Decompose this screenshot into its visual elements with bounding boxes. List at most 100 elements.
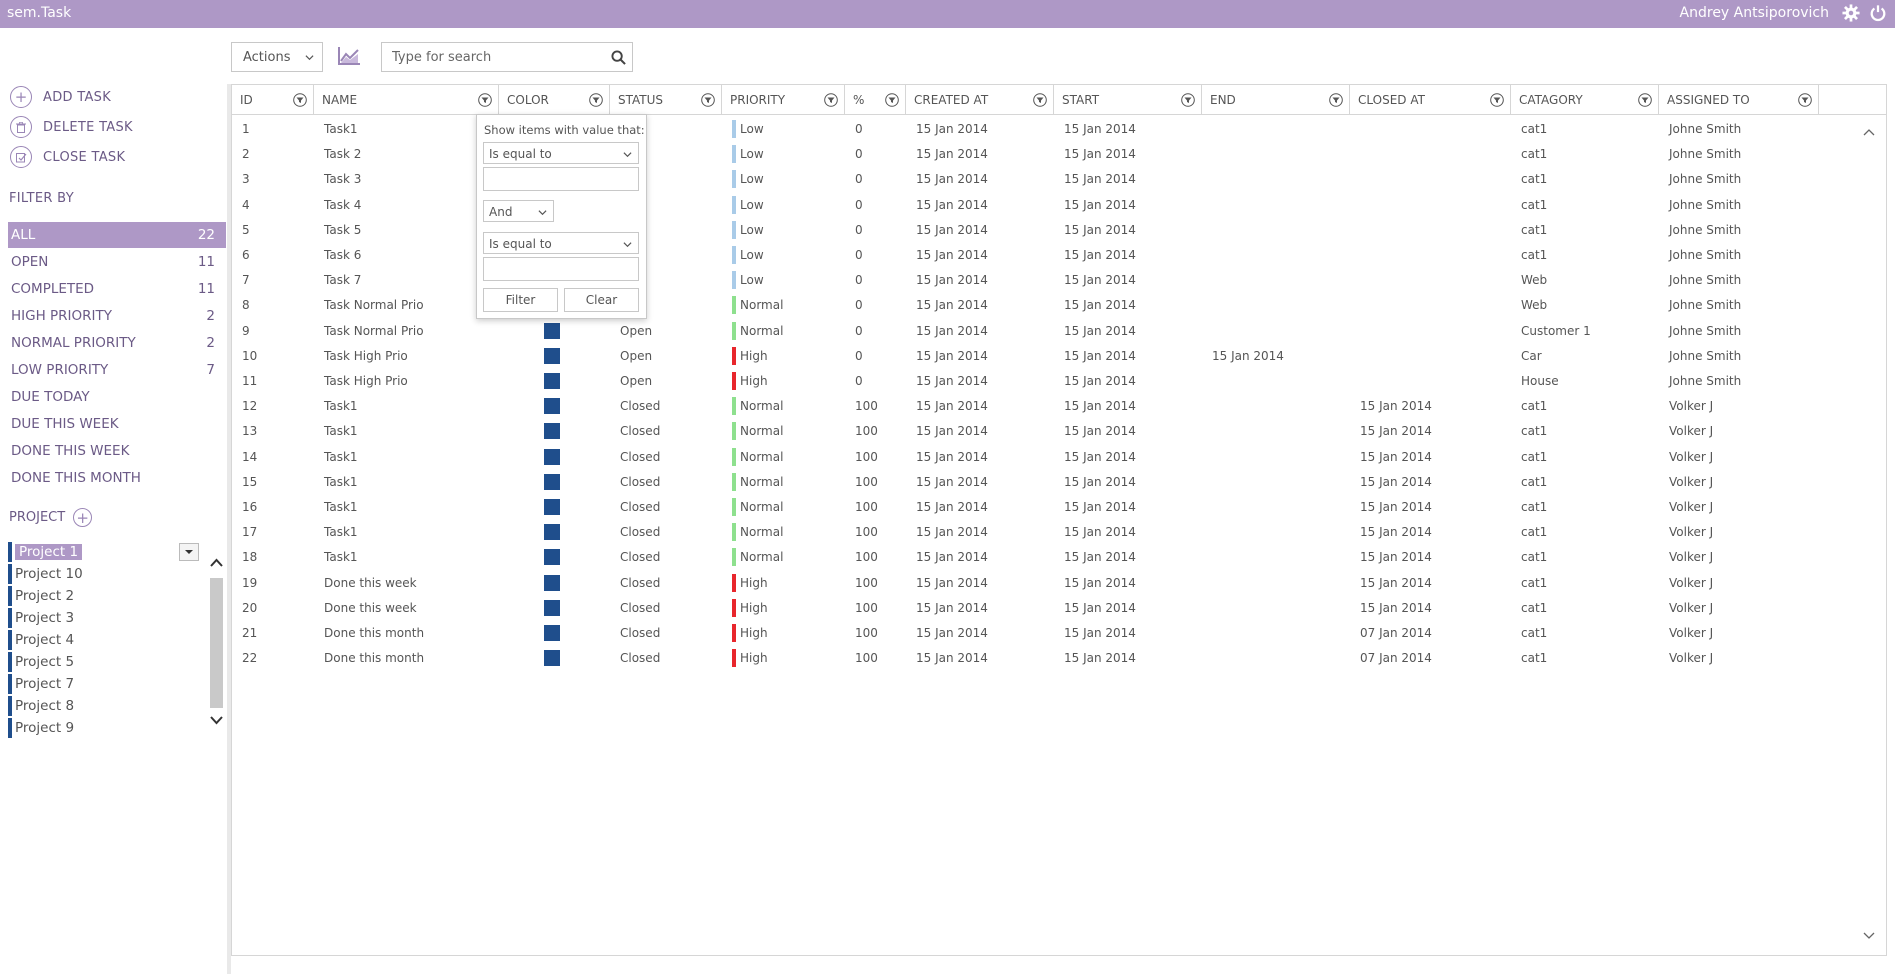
column-header-id[interactable]: ID bbox=[232, 85, 314, 115]
filter-label: ALL bbox=[11, 227, 36, 243]
table-row[interactable]: 18 Task1 Closed Normal 100 15 Jan 2014 15 Jan … bbox=[232, 544, 1852, 569]
table-row[interactable]: 3 Task 3 Low 0 15 Jan 2014 15 Jan 2014 cat1 Joh… bbox=[232, 166, 1852, 191]
actions-dropdown[interactable]: Actions bbox=[231, 42, 323, 72]
filter-icon[interactable] bbox=[1638, 93, 1652, 107]
column-header-priority[interactable]: PRIORITY bbox=[722, 85, 845, 115]
table-row[interactable]: 21 Done this month Closed High 100 15 Jan 201… bbox=[232, 620, 1852, 645]
project-scrollbar[interactable] bbox=[208, 552, 225, 730]
filter-icon[interactable] bbox=[293, 93, 307, 107]
clear-button[interactable]: Clear bbox=[564, 288, 639, 312]
table-row[interactable]: 10 Task High Prio Open High 0 15 Jan 2014 15 J… bbox=[232, 343, 1852, 368]
table-row[interactable]: 4 Task 4 Low 0 15 Jan 2014 15 Jan 2014 cat1 Joh… bbox=[232, 192, 1852, 217]
filter-icon[interactable] bbox=[885, 93, 899, 107]
filter-icon[interactable] bbox=[589, 93, 603, 107]
column-header-end[interactable]: END bbox=[1202, 85, 1350, 115]
column-header-name[interactable]: NAME bbox=[314, 85, 499, 115]
power-icon[interactable] bbox=[1869, 4, 1887, 22]
add-task-button[interactable]: + ADD TASK bbox=[10, 84, 111, 110]
filter-icon[interactable] bbox=[1033, 93, 1047, 107]
filter-operator-2-select[interactable]: Is equal to bbox=[483, 232, 639, 254]
column-header-created-at[interactable]: CREATED AT bbox=[906, 85, 1054, 115]
table-row[interactable]: 16 Task1 Closed Normal 100 15 Jan 2014 15 Jan … bbox=[232, 494, 1852, 519]
filter-icon[interactable] bbox=[1181, 93, 1195, 107]
project-item[interactable]: Project 7 bbox=[8, 674, 74, 694]
chevron-up-icon[interactable] bbox=[209, 556, 224, 571]
filter-item-done-this-week[interactable]: DONE THIS WEEK bbox=[8, 438, 226, 464]
table-row[interactable]: 15 Task1 Closed Normal 100 15 Jan 2014 15 Jan … bbox=[232, 469, 1852, 494]
column-header-percent[interactable]: % bbox=[845, 85, 906, 115]
column-header-start[interactable]: START bbox=[1054, 85, 1202, 115]
table-row[interactable]: 6 Task 6 Low 0 15 Jan 2014 15 Jan 2014 cat1 Joh… bbox=[232, 242, 1852, 267]
filter-icon[interactable] bbox=[1798, 93, 1812, 107]
filter-operator-1-select[interactable]: Is equal to bbox=[483, 142, 639, 164]
column-header-closed-at[interactable]: CLOSED AT bbox=[1350, 85, 1511, 115]
filter-icon[interactable] bbox=[1329, 93, 1343, 107]
table-row[interactable]: 1 Task1 Low 0 15 Jan 2014 15 Jan 2014 cat1 John… bbox=[232, 116, 1852, 141]
filter-icon[interactable] bbox=[701, 93, 715, 107]
cell-percent: 100 bbox=[855, 398, 878, 413]
add-project-icon[interactable]: + bbox=[73, 508, 93, 527]
filter-value-2-input[interactable] bbox=[483, 257, 639, 281]
column-header-color[interactable]: COLOR bbox=[499, 85, 610, 115]
filter-item-low-priority[interactable]: LOW PRIORITY 7 bbox=[8, 357, 226, 383]
project-item[interactable]: Project 8 bbox=[8, 696, 74, 716]
grid-scroll-up-icon[interactable] bbox=[1862, 126, 1876, 140]
column-label: CLOSED AT bbox=[1358, 93, 1425, 107]
table-row[interactable]: 7 Task 7 Low 0 15 Jan 2014 15 Jan 2014 Web John… bbox=[232, 267, 1852, 292]
cell-created-at: 15 Jan 2014 bbox=[916, 197, 988, 212]
project-dropdown-button[interactable] bbox=[179, 543, 199, 561]
project-item[interactable]: Project 3 bbox=[8, 608, 74, 628]
project-item[interactable]: Project 10 bbox=[8, 564, 83, 584]
filter-item-due-this-week[interactable]: DUE THIS WEEK bbox=[8, 411, 226, 437]
table-row[interactable]: 2 Task 2 Low 0 15 Jan 2014 15 Jan 2014 cat1 Joh… bbox=[232, 141, 1852, 166]
priority-bar bbox=[732, 497, 736, 516]
chart-icon[interactable] bbox=[337, 46, 361, 66]
delete-task-button[interactable]: DELETE TASK bbox=[10, 114, 133, 140]
filter-icon[interactable] bbox=[478, 93, 492, 107]
table-row[interactable]: 14 Task1 Closed Normal 100 15 Jan 2014 15 Jan … bbox=[232, 444, 1852, 469]
search-icon[interactable] bbox=[611, 50, 626, 65]
table-row[interactable]: 8 Task Normal Prio Normal 0 15 Jan 2014 15 Ja… bbox=[232, 292, 1852, 317]
cell-assigned-to: Volker J bbox=[1669, 423, 1714, 438]
cell-name: Done this week bbox=[324, 575, 417, 590]
table-row[interactable]: 22 Done this month Closed High 100 15 Jan 201… bbox=[232, 645, 1852, 670]
table-row[interactable]: 20 Done this week Closed High 100 15 Jan 2014… bbox=[232, 595, 1852, 620]
column-header-status[interactable]: STATUS bbox=[610, 85, 722, 115]
chevron-down-icon[interactable] bbox=[209, 712, 224, 727]
table-row[interactable]: 9 Task Normal Prio Open Normal 0 15 Jan 2014 1… bbox=[232, 318, 1852, 343]
scroll-thumb[interactable] bbox=[210, 578, 223, 708]
filter-item-due-today[interactable]: DUE TODAY bbox=[8, 384, 226, 410]
filter-item-high-priority[interactable]: HIGH PRIORITY 2 bbox=[8, 303, 226, 329]
table-row[interactable]: 11 Task High Prio Open High 0 15 Jan 2014 15 J… bbox=[232, 368, 1852, 393]
grid-scroll-down-icon[interactable] bbox=[1862, 928, 1876, 942]
project-item[interactable]: Project 9 bbox=[8, 718, 74, 738]
project-item[interactable]: Project 2 bbox=[8, 586, 74, 606]
cell-id: 7 bbox=[242, 272, 250, 287]
filter-item-normal-priority[interactable]: NORMAL PRIORITY 2 bbox=[8, 330, 226, 356]
gear-icon[interactable] bbox=[1842, 4, 1860, 22]
project-item[interactable]: Project 4 bbox=[8, 630, 74, 650]
filter-item-done-this-month[interactable]: DONE THIS MONTH bbox=[8, 465, 226, 491]
filter-button[interactable]: Filter bbox=[483, 288, 558, 312]
column-header-category[interactable]: CATAGORY bbox=[1511, 85, 1659, 115]
filter-item-open[interactable]: OPEN 11 bbox=[8, 249, 226, 275]
filter-value-1-input[interactable] bbox=[483, 167, 639, 191]
user-name[interactable]: Andrey Antsiporovich bbox=[1680, 5, 1829, 21]
cell-start: 15 Jan 2014 bbox=[1064, 348, 1136, 363]
column-header-assigned-to[interactable]: ASSIGNED TO bbox=[1659, 85, 1819, 115]
table-row[interactable]: 17 Task1 Closed Normal 100 15 Jan 2014 15 Jan … bbox=[232, 519, 1852, 544]
table-row[interactable]: 19 Done this week Closed High 100 15 Jan 2014… bbox=[232, 570, 1852, 595]
project-item[interactable]: Project 5 bbox=[8, 652, 74, 672]
table-row[interactable]: 13 Task1 Closed Normal 100 15 Jan 2014 15 Jan … bbox=[232, 418, 1852, 443]
close-task-button[interactable]: CLOSE TASK bbox=[10, 144, 125, 170]
filter-logic-select[interactable]: And bbox=[483, 200, 554, 222]
filter-item-completed[interactable]: COMPLETED 11 bbox=[8, 276, 226, 302]
task-color-swatch bbox=[544, 649, 560, 666]
filter-icon[interactable] bbox=[824, 93, 838, 107]
filter-item-all[interactable]: ALL 22 bbox=[8, 222, 226, 248]
project-item[interactable]: Project 1 bbox=[8, 542, 83, 562]
table-row[interactable]: 5 Task 5 Low 0 15 Jan 2014 15 Jan 2014 cat1 Joh… bbox=[232, 217, 1852, 242]
search-input[interactable] bbox=[382, 43, 602, 71]
filter-icon[interactable] bbox=[1490, 93, 1504, 107]
table-row[interactable]: 12 Task1 Closed Normal 100 15 Jan 2014 15 Jan … bbox=[232, 393, 1852, 418]
